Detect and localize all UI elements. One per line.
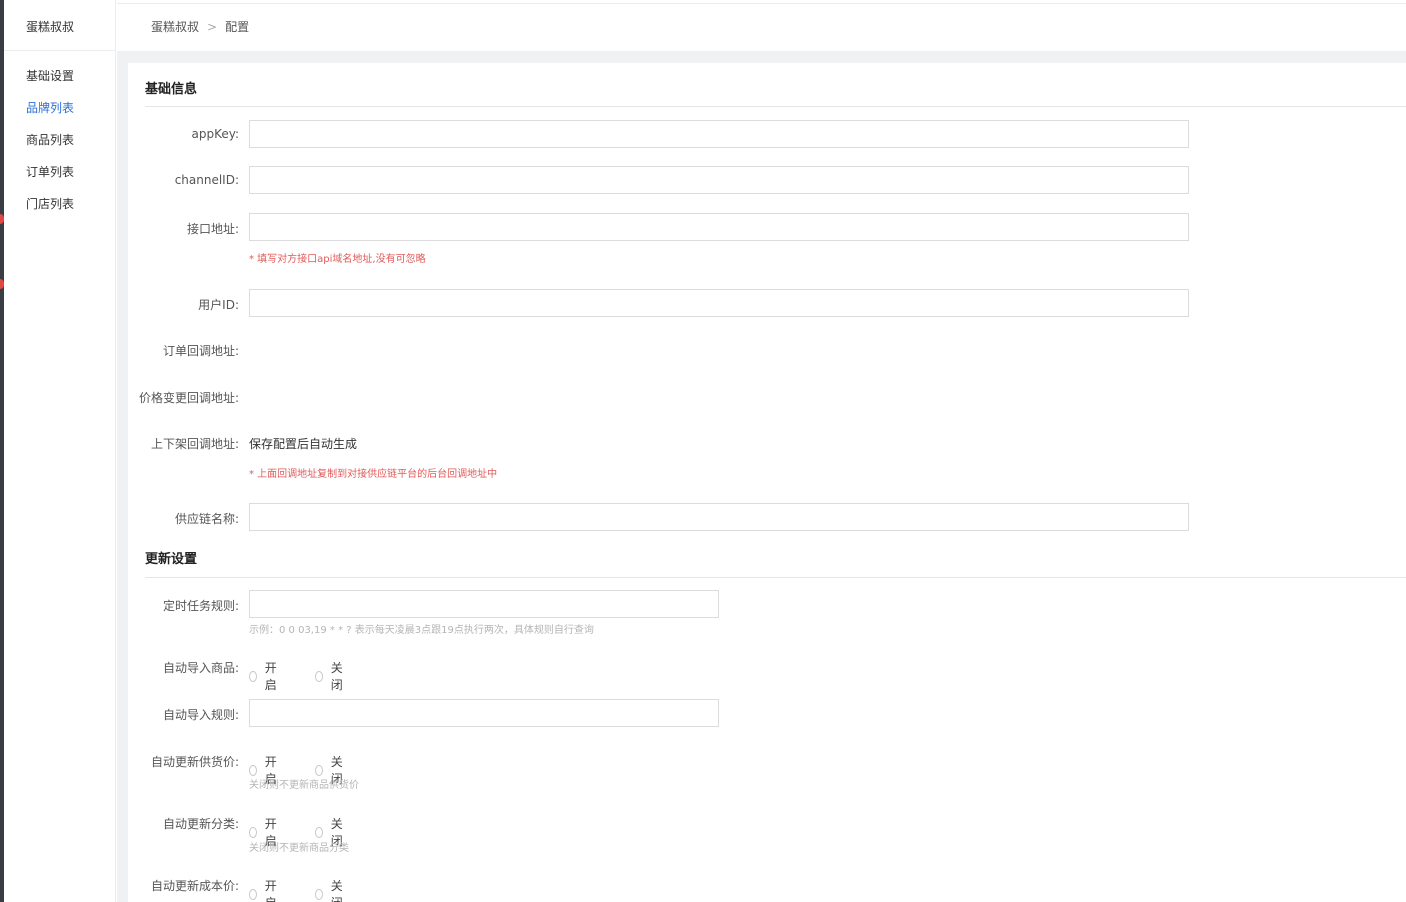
callback-tip: * 上面回调地址复制到对接供应链平台的后台回调地址中: [249, 469, 498, 480]
auto-category-tip: 关闭则不更新商品分类: [249, 843, 349, 854]
shelf-callback-label: 上下架回调地址:: [150, 437, 239, 451]
auto-import-off-radio[interactable]: 关闭: [315, 659, 346, 693]
breadcrumb-current: 配置: [225, 20, 250, 34]
section-title-basic: 基础信息: [145, 82, 198, 97]
radio-circle-icon: [315, 764, 323, 776]
auto-supply-price-label: 自动更新供货价:: [150, 755, 239, 769]
sidebar-brand: 蛋糕叔叔: [4, 0, 115, 51]
supplier-name-label: 供应链名称:: [174, 512, 239, 526]
auto-import-rule-label: 自动导入规则:: [162, 708, 239, 722]
radio-circle-icon: [315, 888, 323, 900]
auto-import-rule-input[interactable]: [249, 699, 719, 727]
user-id-input[interactable]: [249, 289, 1189, 317]
user-id-label: 用户ID:: [198, 298, 239, 312]
cron-rule-label: 定时任务规则:: [162, 599, 239, 613]
auto-cost-price-off-radio[interactable]: 关闭: [315, 877, 346, 902]
order-callback-label: 订单回调地址:: [162, 344, 239, 358]
api-address-label: 接口地址:: [186, 222, 239, 236]
auto-supply-price-tip: 关闭则不更新商品供货价: [249, 780, 359, 791]
auto-import-label: 自动导入商品:: [162, 661, 239, 675]
auto-category-label: 自动更新分类:: [162, 817, 239, 831]
cron-rule-tip: 示例：0 0 03,19 * * ? 表示每天凌晨3点跟19点执行两次，具体规则…: [249, 625, 594, 636]
radio-circle-icon: [315, 670, 323, 682]
shelf-callback-value: 保存配置后自动生成: [249, 437, 358, 451]
sidebar-item-basic-settings[interactable]: 基础设置: [4, 63, 115, 95]
api-address-input[interactable]: [249, 213, 1189, 241]
top-bar: 蛋糕叔叔 > 配置: [117, 3, 1406, 51]
breadcrumb-separator-icon: >: [207, 20, 218, 34]
price-callback-label: 价格变更回调地址:: [138, 391, 239, 405]
radio-circle-icon: [249, 764, 257, 776]
section-divider: [145, 577, 1406, 578]
cron-rule-input[interactable]: [249, 590, 719, 618]
radio-circle-icon: [249, 888, 257, 900]
appkey-input[interactable]: [249, 120, 1189, 148]
channel-id-label: channelID:: [174, 173, 239, 187]
sidebar-item-brand-list[interactable]: 品牌列表: [4, 95, 115, 127]
radio-circle-icon: [249, 826, 257, 838]
auto-cost-price-on-radio[interactable]: 开启: [249, 877, 280, 902]
radio-circle-icon: [249, 670, 257, 682]
sidebar-item-store-list[interactable]: 门店列表: [4, 191, 115, 223]
section-title-update: 更新设置: [145, 552, 198, 567]
auto-import-on-radio[interactable]: 开启: [249, 659, 280, 693]
section-divider: [145, 106, 1406, 107]
auto-cost-price-label: 自动更新成本价:: [150, 879, 239, 893]
breadcrumb: 蛋糕叔叔 > 配置: [151, 18, 249, 35]
radio-circle-icon: [315, 826, 323, 838]
supplier-name-input[interactable]: [249, 503, 1189, 531]
appkey-label: appKey:: [191, 127, 239, 141]
breadcrumb-root[interactable]: 蛋糕叔叔: [151, 20, 199, 34]
api-address-tip: * 填写对方接口api域名地址,没有可忽略: [249, 254, 426, 265]
channel-id-input[interactable]: [249, 166, 1189, 194]
